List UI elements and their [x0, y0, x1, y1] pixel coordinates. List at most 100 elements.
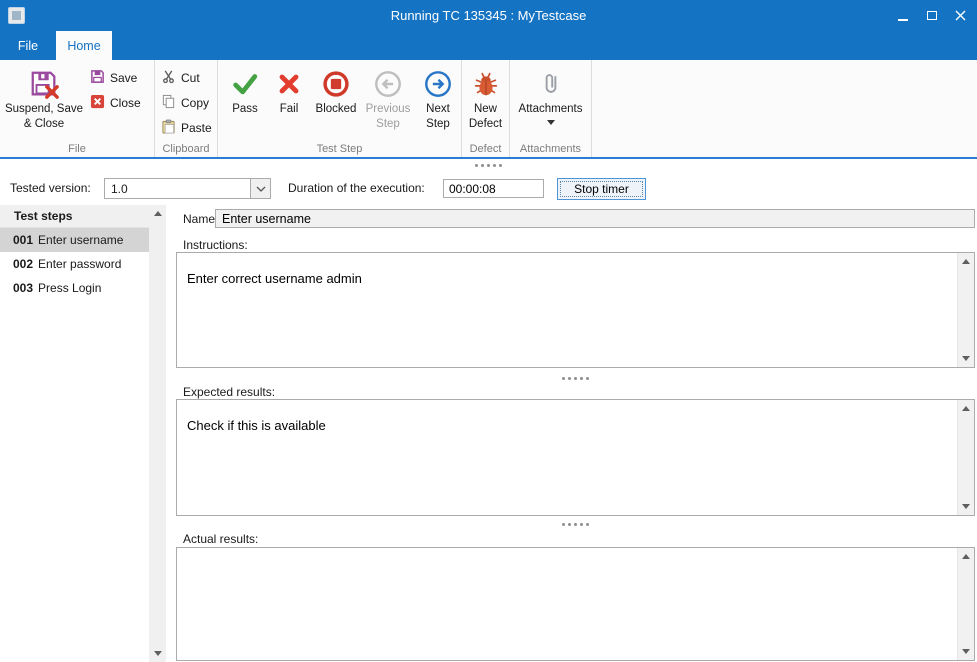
test-steps-panel: Test steps 001 Enter username 002 Enter … [0, 205, 166, 662]
tab-home[interactable]: Home [56, 31, 112, 60]
minimize-icon [898, 19, 908, 21]
close-testcase-icon [90, 94, 105, 112]
test-steps-list: 001 Enter username 002 Enter password 00… [0, 228, 149, 300]
tested-version-dropdown-button[interactable] [250, 179, 270, 198]
new-defect-icon [471, 66, 501, 102]
previous-step-icon [373, 66, 403, 102]
window-title: Running TC 135345 : MyTestcase [100, 0, 877, 31]
app-icon[interactable] [8, 7, 25, 24]
attachments-icon [537, 66, 565, 102]
cut-button[interactable]: Cut [157, 65, 216, 90]
ribbon-group-clipboard: Cut Copy [155, 60, 218, 157]
blocked-icon [321, 66, 351, 102]
actual-results-textarea[interactable] [177, 548, 957, 660]
steps-scrollbar[interactable] [149, 205, 166, 662]
step-row-2[interactable]: 002 Enter password [0, 252, 149, 276]
new-defect-label: New Defect [464, 102, 507, 132]
tested-version-label: Tested version: [10, 171, 91, 205]
group-label-attachments: Attachments [510, 143, 591, 155]
expected-results-scrollbar[interactable] [957, 400, 974, 515]
cut-label: Cut [181, 71, 200, 85]
suspend-save-close-button[interactable]: Suspend, Save & Close [2, 63, 86, 132]
attachments-button[interactable]: Attachments [512, 63, 589, 125]
scroll-up-arrow[interactable] [149, 205, 166, 222]
next-step-label: Next Step [415, 102, 461, 132]
group-label-clipboard: Clipboard [155, 143, 217, 155]
pass-label: Pass [232, 102, 258, 117]
scroll-down-arrow[interactable] [958, 350, 974, 367]
expected-results-field [176, 399, 975, 516]
group-label-test-step: Test Step [218, 143, 461, 155]
step-row-1[interactable]: 001 Enter username [0, 228, 149, 252]
chevron-down-icon [256, 186, 266, 192]
blocked-button[interactable]: Blocked [311, 63, 361, 132]
scroll-down-arrow[interactable] [958, 498, 974, 515]
tested-version-combobox[interactable]: 1.0 [104, 178, 271, 199]
step-row-3[interactable]: 003 Press Login [0, 276, 149, 300]
app-icon-glyph [12, 11, 21, 20]
instructions-label: Instructions: [183, 238, 248, 252]
next-step-button[interactable]: Next Step [415, 63, 461, 132]
copy-icon [161, 94, 176, 112]
step-label: Press Login [38, 281, 101, 295]
step-number: 001 [13, 233, 33, 247]
copy-label: Copy [181, 96, 209, 110]
scroll-down-arrow[interactable] [958, 643, 974, 660]
scroll-up-arrow[interactable] [958, 400, 974, 417]
close-testcase-label: Close [110, 96, 141, 110]
cut-icon [161, 69, 176, 87]
paste-button[interactable]: Paste [157, 115, 216, 140]
close-button[interactable] [946, 0, 975, 31]
horizontal-splitter[interactable] [176, 519, 975, 529]
duration-input[interactable] [443, 179, 544, 198]
attachments-dropdown-icon [547, 120, 555, 125]
scroll-up-arrow[interactable] [958, 253, 974, 270]
tab-file[interactable]: File [0, 31, 56, 60]
actual-results-scrollbar[interactable] [957, 548, 974, 660]
scroll-up-arrow[interactable] [958, 548, 974, 565]
ribbon-group-file: Suspend, Save & Close Save [0, 60, 155, 157]
attachments-label: Attachments [519, 102, 583, 117]
fail-button[interactable]: Fail [269, 63, 309, 132]
ribbon-group-attachments: Attachments Attachments [510, 60, 592, 157]
name-label: Name: [183, 209, 218, 228]
step-detail-panel: Name: Instructions: Expected results: Ac… [176, 205, 975, 661]
ribbon-resize-handle[interactable] [0, 159, 977, 171]
pass-button[interactable]: Pass [223, 63, 267, 132]
maximize-button[interactable] [917, 0, 946, 31]
next-step-icon [423, 66, 453, 102]
actual-results-label: Actual results: [183, 532, 258, 546]
ribbon-group-defect: New Defect Defect [462, 60, 510, 157]
save-icon [90, 69, 105, 87]
copy-button[interactable]: Copy [157, 90, 216, 115]
instructions-field [176, 252, 975, 368]
instructions-textarea[interactable] [177, 253, 957, 367]
tested-version-value: 1.0 [105, 179, 250, 198]
paste-label: Paste [181, 121, 212, 135]
stop-timer-button[interactable]: Stop timer [557, 178, 646, 200]
step-number: 003 [13, 281, 33, 295]
horizontal-splitter[interactable] [176, 373, 975, 383]
previous-step-label: Previous Step [363, 102, 413, 132]
fail-label: Fail [280, 102, 299, 117]
close-testcase-button[interactable]: Close [86, 90, 145, 115]
paste-icon [161, 119, 176, 137]
maximize-icon [927, 11, 937, 20]
new-defect-button[interactable]: New Defect [464, 63, 507, 132]
instructions-scrollbar[interactable] [957, 253, 974, 367]
close-icon [955, 10, 966, 21]
minimize-button[interactable] [888, 0, 917, 31]
pass-icon [230, 66, 260, 102]
expected-results-textarea[interactable] [177, 400, 957, 515]
ribbon-group-test-step: Pass Fail Blocke [218, 60, 462, 157]
step-number: 002 [13, 257, 33, 271]
window-controls [888, 0, 975, 31]
previous-step-button[interactable]: Previous Step [363, 63, 413, 132]
group-label-defect: Defect [462, 143, 509, 155]
group-label-file: File [0, 143, 154, 155]
name-input[interactable] [215, 209, 975, 228]
scroll-down-arrow[interactable] [149, 645, 166, 662]
save-button[interactable]: Save [86, 65, 145, 90]
step-label: Enter password [38, 257, 121, 271]
expected-results-label: Expected results: [183, 385, 275, 399]
